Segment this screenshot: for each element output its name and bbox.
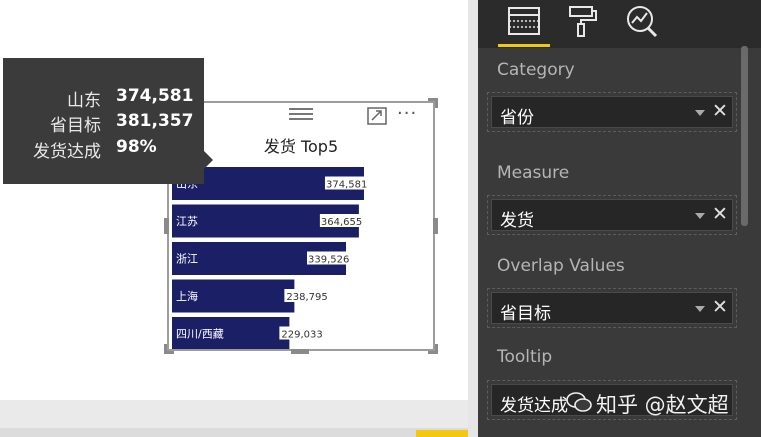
field-name: 省目标	[500, 304, 551, 324]
resize-handle-bottom[interactable]	[291, 349, 309, 354]
data-label: 374,581	[326, 180, 367, 191]
field-pill[interactable]: 发货 ✕	[491, 199, 733, 231]
close-icon[interactable]: ✕	[712, 203, 728, 225]
watermark: 知乎 @赵文超	[596, 393, 729, 417]
field-name: 发货	[500, 211, 534, 231]
wechat-icon	[566, 392, 592, 412]
field-well-category[interactable]: 省份 ✕	[487, 92, 737, 132]
fields-icon[interactable]	[504, 4, 544, 38]
pane-tabs	[478, 0, 761, 46]
data-label: 229,033	[281, 330, 322, 341]
field-well-measure[interactable]: 发货 ✕	[487, 195, 737, 235]
visual-header: ···	[169, 103, 433, 129]
data-label: 364,655	[321, 217, 362, 228]
section-label-measure: Measure	[497, 163, 570, 183]
resize-handle-bottom-left[interactable]	[164, 344, 174, 354]
chevron-down-icon[interactable]	[695, 110, 705, 116]
tooltip-label: 发货达成	[33, 142, 101, 162]
tooltip-value: 381,357	[116, 111, 194, 131]
tooltip-row: 省目标 381,357	[3, 111, 204, 136]
resize-handle-top-right[interactable]	[428, 98, 438, 108]
pane-scrollbar-thumb[interactable]	[741, 46, 748, 226]
resize-handle-left[interactable]	[164, 218, 169, 234]
data-label: 238,795	[286, 292, 327, 303]
focus-mode-icon[interactable]	[367, 107, 387, 125]
bar-chart-plot: 山东 374,581江苏 364,655浙江 339,526上海 238,795四川/西…	[172, 167, 367, 349]
tooltip-label: 省目标	[50, 116, 101, 136]
drag-grip-icon[interactable]	[289, 105, 313, 120]
data-label: 339,526	[308, 255, 349, 266]
field-name: 发货达成	[500, 396, 568, 416]
resize-handle-right[interactable]	[433, 218, 438, 234]
resize-handle-bottom-right[interactable]	[428, 344, 438, 354]
tooltip-value: 374,581	[116, 86, 194, 106]
section-label-category: Category	[497, 60, 575, 80]
field-name: 省份	[500, 108, 534, 128]
tooltip-label: 山东	[67, 91, 101, 111]
close-icon[interactable]: ✕	[712, 100, 728, 122]
section-label-overlap-values: Overlap Values	[497, 256, 625, 276]
close-icon[interactable]: ✕	[712, 296, 728, 318]
analytics-icon[interactable]	[622, 4, 662, 38]
field-pill[interactable]: 省目标 ✕	[491, 292, 733, 324]
tooltip-value: 98%	[116, 137, 157, 157]
bar-chart-visual[interactable]: ··· 发货 Top5 山东 374,581 江苏 364,655 浙江 339,526 上…	[167, 101, 435, 351]
field-pill[interactable]: 省份 ✕	[491, 96, 733, 128]
tooltip-row: 发货达成 98%	[3, 137, 204, 162]
category-label: 四川/西藏	[176, 328, 224, 341]
tooltip: 山东 374,581 省目标 381,357 发货达成 98%	[3, 58, 204, 184]
tooltip-row: 山东 374,581	[3, 86, 204, 111]
section-label-tooltip: Tooltip	[497, 347, 553, 367]
field-well-overlap-values[interactable]: 省目标 ✕	[487, 288, 737, 328]
chevron-down-icon[interactable]	[695, 306, 705, 312]
page-tab-strip	[0, 428, 468, 437]
category-label: 浙江	[176, 253, 198, 266]
active-page-tab[interactable]	[416, 430, 468, 437]
format-paint-icon[interactable]	[562, 4, 602, 38]
category-label: 江苏	[176, 215, 198, 228]
chevron-down-icon[interactable]	[695, 213, 705, 219]
more-options-icon[interactable]: ···	[397, 105, 417, 123]
active-tab-indicator	[498, 44, 550, 47]
category-label: 上海	[176, 289, 198, 303]
tooltip-pointer	[204, 151, 213, 169]
